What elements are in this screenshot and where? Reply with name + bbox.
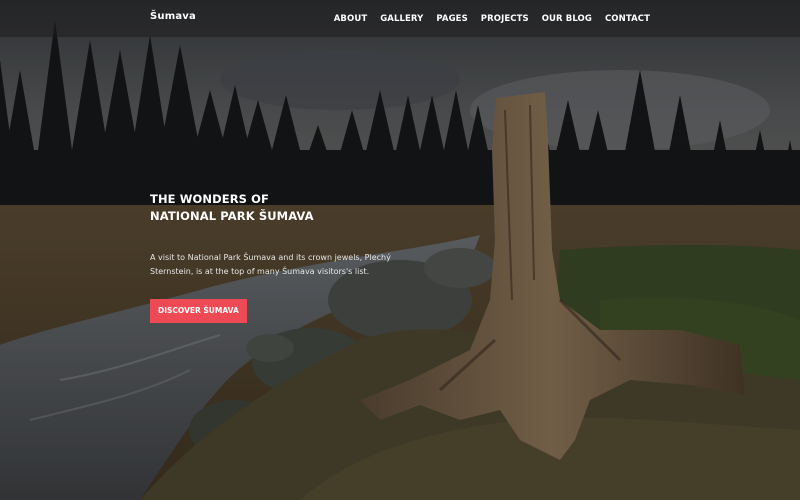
nav-gallery[interactable]: GALLERY (380, 14, 423, 24)
hero-title-line-2: NATIONAL PARK ŠUMAVA (150, 209, 314, 223)
nav-contact[interactable]: CONTACT (605, 14, 650, 24)
nav-pages[interactable]: PAGES (436, 14, 467, 24)
nav-projects[interactable]: PROJECTS (481, 14, 529, 24)
hero-description: A visit to National Park Šumava and its … (150, 253, 391, 276)
nav-about[interactable]: ABOUT (334, 14, 367, 24)
hero-title-line-1: THE WONDERS OF (150, 192, 269, 206)
hero-title: THE WONDERS OF NATIONAL PARK ŠUMAVA (150, 191, 410, 225)
discover-sumava-button[interactable]: DISCOVER ŠUMAVA (150, 299, 247, 323)
top-navigation-bar: Šumava ABOUT GALLERY PAGES PROJECTS OUR … (0, 0, 800, 37)
main-nav: ABOUT GALLERY PAGES PROJECTS OUR BLOG CO… (334, 0, 650, 37)
nav-our-blog[interactable]: OUR BLOG (542, 14, 592, 24)
hero-section: THE WONDERS OF NATIONAL PARK ŠUMAVA A vi… (150, 191, 410, 323)
site-logo[interactable]: Šumava (150, 11, 196, 22)
